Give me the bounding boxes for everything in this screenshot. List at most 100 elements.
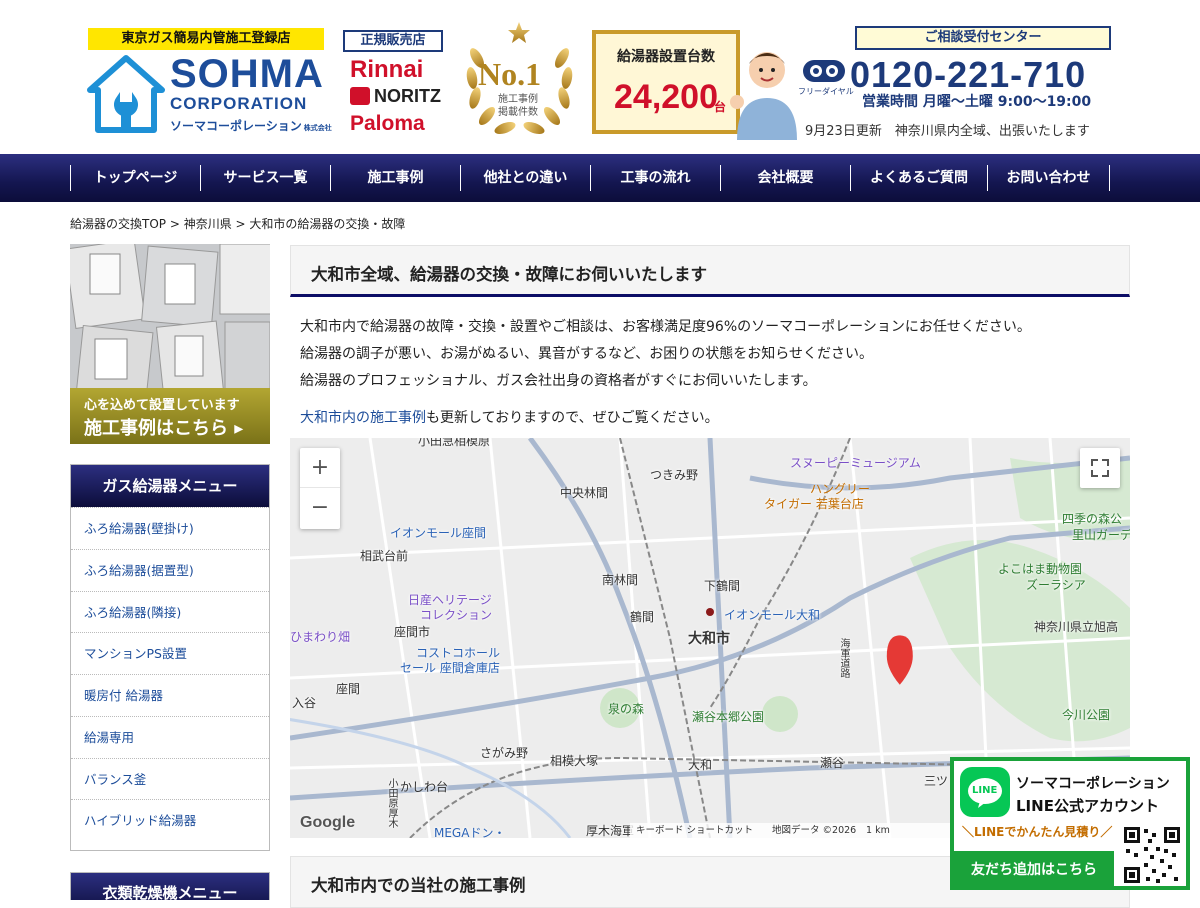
menu-item-heating[interactable]: 暖房付 給湯器 (71, 674, 269, 716)
map-label-satoyama[interactable]: 里山ガーデ (1072, 526, 1130, 543)
map-label-zoorasia[interactable]: ズーラシア (1026, 576, 1086, 593)
cases-link-line: 大和市内の施工事例も更新しておりますので、ぜひご覧ください。 (300, 407, 719, 427)
staff-illustration (730, 52, 797, 140)
map-label-izumi-forest[interactable]: 泉の森 (608, 700, 644, 717)
cases-banner[interactable]: 心を込めて設置しています 施工事例はこちら ▸ (70, 244, 270, 444)
nav-services[interactable]: サービス一覧 (200, 165, 330, 191)
menu-item-floor[interactable]: ふろ給湯器(据置型) (71, 548, 269, 591)
map-label-asahi-high[interactable]: 神奈川県立旭高 (1034, 618, 1118, 635)
map-label-aeon-yamato[interactable]: イオンモール大和 (724, 606, 820, 623)
map-center-label[interactable]: 大和市 (688, 628, 730, 648)
zoom-out-button[interactable]: − (300, 488, 340, 528)
map-label-tiger[interactable]: タイガー 若葉台店 (764, 495, 864, 512)
counter-value: 24,200 (614, 78, 718, 116)
logo-corporation[interactable]: CORPORATION (170, 94, 307, 114)
map-label-tsuruma[interactable]: 鶴間 (630, 608, 654, 625)
page-heading: 大和市全域、給湯器の交換・故障にお伺いいたします (290, 245, 1130, 297)
map-label-himawari[interactable]: ひまわり畑 (290, 628, 350, 645)
line-official-banner[interactable]: LINE ソーマコーポレーション LINE公式アカウント ＼LINEでかんたん見… (950, 757, 1190, 890)
dryer-menu-title: 衣類乾燥機メニュー (71, 873, 269, 900)
no1-sub2: 掲載件数 (498, 107, 538, 118)
phone-number[interactable]: 0120-221-710 (850, 54, 1086, 96)
house-wrench-icon[interactable] (86, 54, 166, 134)
line-tagline: ＼LINEでかんたん見積り／ (962, 825, 1113, 839)
breadcrumb: 給湯器の交換TOP > 神奈川県 > 大和市の給湯器の交換・故障 (70, 217, 406, 231)
qr-code[interactable] (1122, 825, 1182, 885)
map-scale[interactable]: 1 km (866, 823, 890, 838)
map-label-collection[interactable]: コレクション (420, 606, 492, 623)
zoom-in-button[interactable]: + (300, 448, 340, 488)
fullscreen-button[interactable] (1080, 448, 1120, 488)
dealer-badge: 正規販売店 (343, 30, 443, 52)
map-label-iriya[interactable]: 入谷 (292, 694, 316, 711)
map-data-credit[interactable]: 地図データ ©2026 (772, 823, 856, 838)
brand-paloma: Paloma (350, 112, 425, 135)
intro-line-1: 大和市内で給湯器の故障・交換・設置やご相談は、お客様満足度96%のソーマコーポレ… (300, 319, 1031, 335)
menu-item-wall[interactable]: ふろ給湯器(壁掛け) (71, 507, 269, 549)
nav-flow[interactable]: 工事の流れ (590, 165, 720, 191)
keyboard-shortcuts-link[interactable]: キーボード ショートカット (636, 823, 753, 838)
update-notice: 9月23日更新 神奈川県内全域、出張いたします (805, 124, 1090, 139)
breadcrumb-current: 大和市の給湯器の交換・故障 (249, 217, 406, 231)
cases-link-suffix: も更新しておりますので、ぜひご覧ください。 (426, 410, 719, 426)
map-label-zama[interactable]: 座間 (336, 680, 360, 697)
line-logo-text: LINE (972, 785, 998, 796)
line-title-company: ソーマコーポレーション (1016, 776, 1170, 792)
site-header: 東京ガス簡易内管施工登録店 SOHMA CORPORATION ソーマコーポレー… (0, 0, 1200, 154)
logo-kana: ソーマコーポレーション 株式会社 (170, 119, 332, 133)
nav-difference[interactable]: 他社との違い (460, 165, 590, 191)
map-label-sagami-otsuka[interactable]: 相模大塚 (550, 752, 598, 769)
banner-caption-line2[interactable]: 施工事例はこちら ▸ (84, 414, 243, 440)
logo-name[interactable]: SOHMA (170, 54, 324, 94)
map-label-seya-hongo-park[interactable]: 瀬谷本郷公園 (692, 708, 764, 725)
map-label-mega-donki[interactable]: MEGAドン・ (434, 824, 505, 838)
map-label-snoopy-museum[interactable]: スヌーピーミュージアム (790, 454, 921, 471)
map-label-yokohama-zoo[interactable]: よこはま動物園 (998, 560, 1082, 577)
breadcrumb-home[interactable]: 給湯器の交換TOP (70, 217, 166, 231)
map-label-seya[interactable]: 瀬谷 (820, 754, 844, 771)
brand-noritz: NORITZ (350, 86, 441, 107)
map-label-shimotsuruma[interactable]: 下鶴間 (704, 577, 740, 594)
nav-company[interactable]: 会社概要 (720, 165, 850, 191)
counter-title: 給湯器設置台数 (617, 49, 715, 65)
map-label-costco-2[interactable]: セール 座間倉庫店 (400, 659, 500, 676)
map-label-kaigun-road[interactable]: 海軍道路 (836, 638, 851, 678)
map-label-odawara-atsugi[interactable]: 小田原厚木 (384, 778, 399, 828)
map-label-chuorinkan[interactable]: 中央林間 (560, 484, 608, 501)
menu-item-hybrid[interactable]: ハイブリッド給湯器 (71, 799, 269, 841)
map-label-minamirinkan[interactable]: 南林間 (602, 571, 638, 588)
counter-unit: 台 (714, 100, 727, 114)
line-title-account: LINE公式アカウント (1016, 797, 1159, 815)
map-label-odakyu-sagamihara[interactable]: 小田急相模原 (418, 438, 490, 449)
nav-cases[interactable]: 施工事例 (330, 165, 460, 191)
cases-link[interactable]: 大和市内の施工事例 (300, 410, 426, 426)
consult-center-badge: ご相談受付センター (855, 26, 1111, 50)
map-label-imagawa-park[interactable]: 今川公園 (1062, 706, 1110, 723)
menu-item-adjacent[interactable]: ふろ給湯器(隣接) (71, 590, 269, 633)
nav-top[interactable]: トップページ (70, 165, 200, 191)
breadcrumb-prefecture[interactable]: 神奈川県 (184, 217, 232, 231)
map-label-kashiwadai[interactable]: かしわ台 (400, 778, 448, 795)
cases-heading-text: 大和市内での当社の施工事例 (311, 876, 526, 895)
menu-item-balance-kama[interactable]: バランス釜 (71, 757, 269, 800)
nav-faq[interactable]: よくあるご質問 (850, 165, 987, 191)
map-label-tsukimino[interactable]: つきみ野 (650, 466, 698, 483)
menu-item-hot-water-only[interactable]: 給湯専用 (71, 715, 269, 758)
map-label-zama-city[interactable]: 座間市 (394, 623, 430, 640)
map-label-shikinomori[interactable]: 四季の森公 (1062, 510, 1122, 527)
map-label-aeon-zama[interactable]: イオンモール座間 (390, 524, 486, 541)
menu-item-mansion-ps[interactable]: マンションPS設置 (71, 632, 269, 674)
freedial-label: フリーダイヤル (798, 87, 854, 96)
nav-contact[interactable]: お問い合わせ (987, 165, 1110, 191)
map-label-atsugi-kaigun[interactable]: 厚木海軍 (586, 822, 634, 838)
map-label-mitsu[interactable]: 三ツ (924, 772, 948, 789)
intro-line-2: 給湯器の調子が悪い、お湯がぬるい、異音がするなど、お困りの状態をお知らせください… (300, 346, 874, 362)
line-add-friend-button[interactable]: 友だち追加はこちら (954, 851, 1114, 890)
map-label-sobudaimae[interactable]: 相武台前 (360, 547, 408, 564)
gas-heater-menu: ガス給湯器メニュー ふろ給湯器(壁掛け) ふろ給湯器(据置型) ふろ給湯器(隣接… (70, 464, 270, 851)
brand-rinnai: Rinnai (350, 56, 424, 83)
business-hours: 営業時間 月曜～土曜 9:00～19:00 (862, 94, 1092, 110)
dryer-menu: 衣類乾燥機メニュー (70, 872, 270, 900)
map-label-sagamino[interactable]: さがみ野 (480, 744, 528, 761)
map-label-yamato[interactable]: 大和 (688, 756, 712, 773)
